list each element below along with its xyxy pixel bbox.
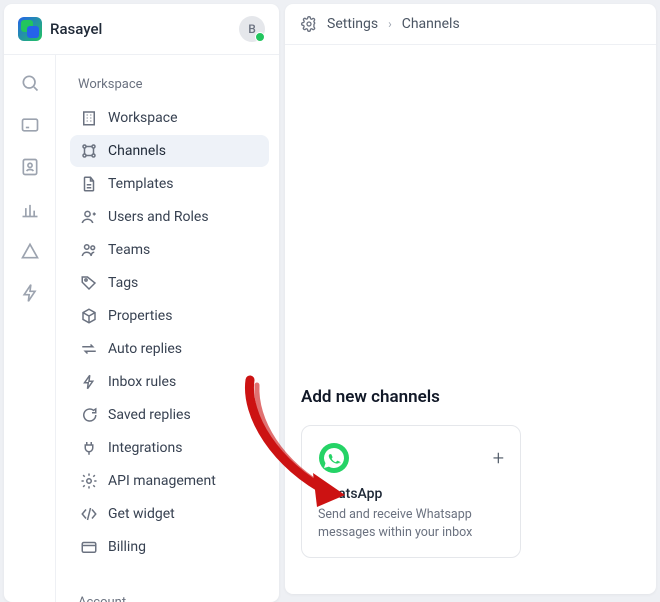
nav-users-roles[interactable]: Users and Roles — [70, 201, 269, 233]
nav-label: Users and Roles — [108, 209, 209, 225]
bolt-icon — [80, 373, 98, 391]
chat-icon — [80, 406, 98, 424]
left-panel: Rasayel B Workspace Workspace Channels T — [4, 4, 279, 602]
breadcrumb-settings[interactable]: Settings — [327, 16, 378, 32]
gear-icon — [301, 16, 317, 32]
nav-properties[interactable]: Properties — [70, 300, 269, 332]
nav-label: API management — [108, 473, 216, 489]
card-header: + — [318, 442, 504, 474]
icon-rail — [4, 55, 56, 602]
nav-label: Auto replies — [108, 341, 182, 357]
building-icon — [80, 109, 98, 127]
breadcrumb-channels: Channels — [402, 16, 460, 32]
nav-teams[interactable]: Teams — [70, 234, 269, 266]
nav-channels[interactable]: Channels — [70, 135, 269, 167]
nav-label: Billing — [108, 539, 146, 555]
nav-label: Tags — [108, 275, 138, 291]
content: Add new channels + WhatsApp Send and rec… — [285, 45, 656, 594]
nav-inbox-rules[interactable]: Inbox rules — [70, 366, 269, 398]
nav-label: Integrations — [108, 440, 182, 456]
header: Rasayel B — [4, 4, 279, 55]
team-icon — [80, 241, 98, 259]
nav-tags[interactable]: Tags — [70, 267, 269, 299]
nav-label: Templates — [108, 176, 174, 192]
inbox-icon[interactable] — [20, 115, 40, 135]
code-icon — [80, 505, 98, 523]
user-avatar[interactable]: B — [239, 16, 265, 42]
analytics-icon[interactable] — [20, 199, 40, 219]
brand-name: Rasayel — [50, 20, 239, 38]
nav-saved-replies[interactable]: Saved replies — [70, 399, 269, 431]
card-title: WhatsApp — [318, 486, 504, 502]
nav-get-widget[interactable]: Get widget — [70, 498, 269, 530]
workspace-section-label: Workspace — [70, 73, 269, 102]
nav-label: Teams — [108, 242, 150, 258]
tag-icon — [80, 274, 98, 292]
plus-icon: + — [493, 446, 504, 470]
user-icon — [80, 208, 98, 226]
card-description: Send and receive Whatsapp messages withi… — [318, 506, 504, 541]
api-gear-icon — [80, 472, 98, 490]
nav-billing[interactable]: Billing — [70, 531, 269, 563]
nav-label: Channels — [108, 143, 166, 159]
whatsapp-icon — [318, 442, 350, 474]
nav-label: Inbox rules — [108, 374, 176, 390]
add-channels-title: Add new channels — [301, 387, 640, 407]
nav-label: Saved replies — [108, 407, 191, 423]
settings-nav: Workspace Workspace Channels Templates U… — [56, 55, 279, 602]
nav-label: Get widget — [108, 506, 175, 522]
automation-icon[interactable] — [20, 283, 40, 303]
contacts-icon[interactable] — [20, 157, 40, 177]
nav-templates[interactable]: Templates — [70, 168, 269, 200]
body-columns: Workspace Workspace Channels Templates U… — [4, 55, 279, 602]
card-icon — [80, 538, 98, 556]
arrows-icon — [80, 340, 98, 358]
right-panel: Settings › Channels Add new channels + W… — [285, 4, 656, 594]
whatsapp-card[interactable]: + WhatsApp Send and receive Whatsapp mes… — [301, 425, 521, 558]
broadcast-icon[interactable] — [20, 241, 40, 261]
document-icon — [80, 175, 98, 193]
account-section-label: Account — [70, 591, 269, 602]
breadcrumb: Settings › Channels — [285, 4, 656, 45]
nav-label: Workspace — [108, 110, 178, 126]
nav-label: Properties — [108, 308, 172, 324]
logo — [18, 17, 42, 41]
chevron-right-icon: › — [388, 17, 392, 31]
nav-integrations[interactable]: Integrations — [70, 432, 269, 464]
plug-icon — [80, 439, 98, 457]
search-icon[interactable] — [20, 73, 40, 93]
nav-auto-replies[interactable]: Auto replies — [70, 333, 269, 365]
cube-icon — [80, 307, 98, 325]
nav-workspace[interactable]: Workspace — [70, 102, 269, 134]
nav-api-management[interactable]: API management — [70, 465, 269, 497]
channels-icon — [80, 142, 98, 160]
